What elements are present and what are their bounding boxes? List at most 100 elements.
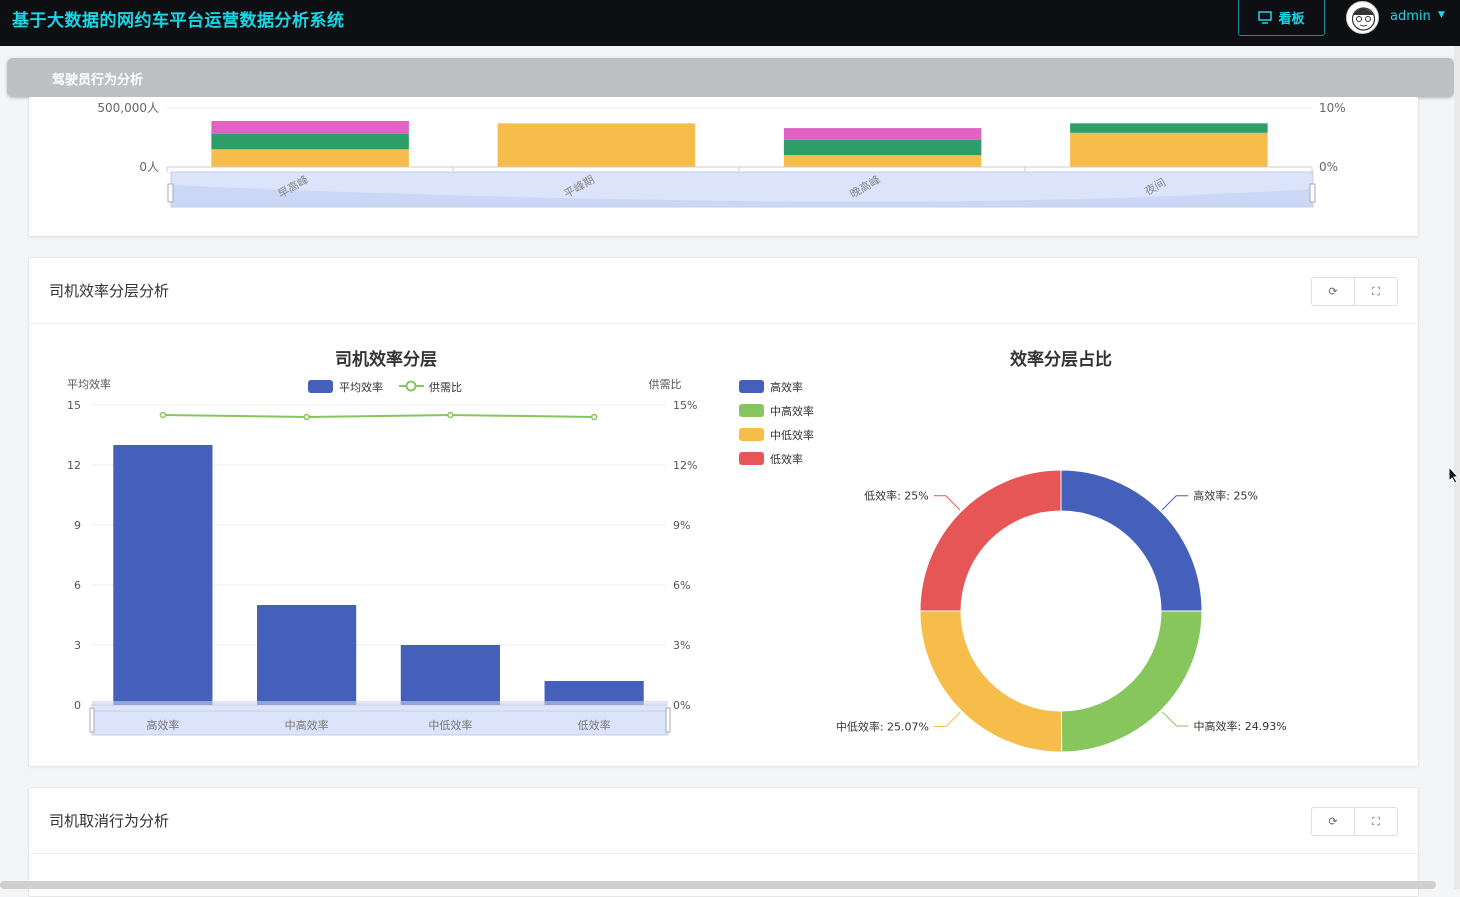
legend-label: 供需比	[429, 380, 462, 394]
card-tools: ⟳ ⛶	[1311, 807, 1398, 836]
bar[interactable]	[400, 645, 500, 705]
refresh-button[interactable]: ⟳	[1312, 808, 1354, 835]
horizontal-scrollbar[interactable]	[0, 881, 1436, 889]
label-line	[933, 711, 961, 728]
fullscreen-icon: ⛶	[1372, 814, 1380, 828]
data-label: 中高效率: 24.93%	[1194, 719, 1287, 733]
legend-label[interactable]: 高效率	[770, 380, 803, 394]
y2-tick-label: 3%	[673, 639, 690, 652]
legend[interactable]: 高效率中高效率中低效率低效率	[739, 380, 814, 466]
label-line	[933, 495, 961, 511]
bar-segment[interactable]	[211, 149, 409, 167]
pie-slice[interactable]	[1060, 610, 1203, 753]
y2-tick-label: 0%	[1319, 160, 1338, 174]
fullscreen-button[interactable]: ⛶	[1354, 278, 1397, 305]
bar-segment[interactable]	[211, 120, 409, 134]
bar-segment[interactable]	[1070, 123, 1268, 133]
page-title: 驾驶员行为分析	[52, 73, 144, 88]
legend[interactable]: 平均效率 供需比	[308, 380, 462, 394]
legend-label: 平均效率	[339, 380, 383, 394]
label-line	[1161, 711, 1189, 727]
card-header: 司机取消行为分析 ⟳ ⛶	[29, 788, 1418, 854]
x-tick-label: 中低效率	[428, 718, 472, 732]
zoom-handle-left[interactable]	[89, 707, 95, 733]
time-period-chart: 500,000人 0人 10% 0% 早高峰 平峰期 晚高峰 夜间	[97, 101, 1346, 208]
bar-segment[interactable]	[783, 139, 982, 156]
y2-tick-label: 12%	[673, 459, 697, 472]
zoom-handle-right[interactable]	[1309, 183, 1316, 203]
data-label: 低效率: 25%	[864, 489, 929, 503]
chart-title: 司机效率分层	[335, 349, 437, 370]
y2-tick-label: 0%	[673, 699, 690, 712]
refresh-icon: ⟳	[1328, 815, 1338, 828]
x-tick-label: 高效率	[146, 718, 179, 732]
legend-label[interactable]: 中高效率	[770, 404, 814, 418]
legend-swatch[interactable]	[739, 380, 764, 393]
legend-label[interactable]: 低效率	[770, 452, 803, 466]
legend-swatch[interactable]	[739, 452, 764, 465]
zoom-handle-right[interactable]	[665, 707, 671, 733]
monitor-icon	[1258, 11, 1273, 24]
mouse-cursor-icon	[1448, 466, 1460, 484]
y2-tick-label: 9%	[673, 519, 690, 532]
pie-slice[interactable]	[919, 469, 1062, 612]
zoom-handle-left[interactable]	[167, 183, 174, 203]
legend-swatch-bar	[308, 380, 333, 393]
app-title: 基于大数据的网约车平台运营数据分析系统	[12, 11, 345, 31]
y-tick-label: 3	[74, 639, 81, 652]
y2-tick-label: 15%	[673, 399, 697, 412]
refresh-button[interactable]: ⟳	[1312, 278, 1354, 305]
y-tick-label: 15	[67, 399, 81, 412]
legend-label[interactable]: 中低效率	[770, 428, 814, 442]
bar-segment[interactable]	[497, 123, 696, 167]
user-menu[interactable]: admin	[1390, 9, 1431, 24]
card-title: 司机效率分层分析	[49, 282, 170, 300]
bar-segment[interactable]	[783, 155, 982, 167]
y-tick-label: 9	[74, 519, 81, 532]
series-line	[162, 413, 595, 419]
line-point[interactable]	[303, 413, 310, 421]
y-axis-label: 平均效率	[67, 377, 111, 391]
data-label: 高效率: 25%	[1193, 489, 1258, 503]
bar[interactable]	[257, 605, 357, 705]
x-tick-label: 中高效率	[285, 718, 329, 732]
dashboard-button-label: 看板	[1278, 12, 1305, 27]
chevron-down-icon[interactable]: ▼	[1438, 10, 1445, 20]
bar-segment[interactable]	[783, 128, 982, 140]
pie-slice[interactable]	[919, 610, 1063, 753]
refresh-icon: ⟳	[1328, 285, 1338, 298]
label-line	[1161, 495, 1189, 511]
card-tools: ⟳ ⛶	[1311, 277, 1398, 306]
card-title: 司机取消行为分析	[49, 812, 170, 830]
time-period-card: 500,000人 0人 10% 0% 早高峰 平峰期 晚高峰 夜间	[28, 97, 1419, 237]
y-tick-label: 0人	[139, 160, 159, 174]
pie-slice[interactable]	[1060, 469, 1203, 612]
breadcrumb-bar: 驾驶员行为分析	[7, 58, 1454, 97]
efficiency-card: 司机效率分层分析 ⟳ ⛶ 司机效率分层 平均效率 供需比 平均效率 供需比 0 0…	[28, 257, 1419, 767]
bar-segment[interactable]	[211, 133, 409, 150]
fullscreen-button[interactable]: ⛶	[1354, 808, 1397, 835]
y-tick-label: 12	[67, 459, 81, 472]
line-point[interactable]	[159, 411, 167, 419]
fullscreen-icon: ⛶	[1372, 284, 1380, 298]
dashboard-button[interactable]: 看板	[1238, 0, 1325, 36]
y2-axis-label: 供需比	[649, 377, 682, 391]
data-label: 中低效率: 25.07%	[836, 720, 929, 734]
top-bar: 基于大数据的网约车平台运营数据分析系统 看板 admin ▼	[0, 0, 1460, 46]
avatar[interactable]	[1346, 1, 1379, 34]
chart-title: 效率分层占比	[1010, 349, 1112, 370]
legend-swatch[interactable]	[739, 404, 764, 417]
card-header: 司机效率分层分析 ⟳ ⛶	[29, 258, 1418, 324]
bar[interactable]	[113, 445, 213, 705]
y-tick-label: 0	[74, 699, 81, 712]
y2-tick-label: 6%	[673, 579, 690, 592]
legend-swatch[interactable]	[739, 428, 764, 441]
efficiency-layer-chart: 司机效率分层 平均效率 供需比 平均效率 供需比 0 0% 3 3% 6 6% 9 9% 12 1…	[67, 349, 1287, 753]
x-tick-label: 低效率	[578, 718, 611, 732]
y-tick-label: 6	[74, 579, 81, 592]
bar-segment[interactable]	[1070, 132, 1268, 167]
line-point[interactable]	[447, 411, 454, 419]
y-tick-label: 500,000人	[97, 101, 159, 115]
line-point[interactable]	[590, 413, 598, 421]
y2-tick-label: 10%	[1319, 101, 1346, 115]
